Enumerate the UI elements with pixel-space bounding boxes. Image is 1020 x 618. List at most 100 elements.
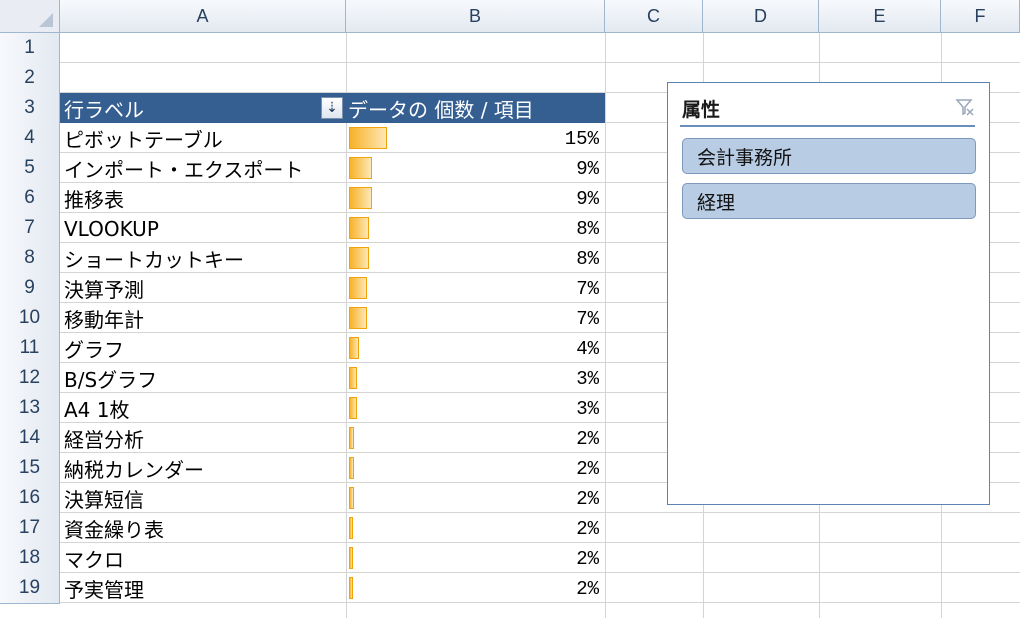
pivot-value: 2% — [576, 427, 599, 450]
row-header-17[interactable]: 17 — [0, 513, 60, 544]
pivot-value-cell[interactable]: 7% — [346, 303, 605, 334]
slicer-title: 属性 — [682, 99, 721, 121]
column-header-b[interactable]: B — [346, 0, 605, 33]
pivot-row-label[interactable]: マクロ — [60, 544, 346, 573]
select-all-corner[interactable] — [0, 0, 60, 33]
data-bar — [349, 247, 369, 269]
pivot-header-row: 行ラベル ⇣ データの 個数 / 項目 — [60, 93, 605, 123]
pivot-value: 2% — [576, 457, 599, 480]
pivot-value-cell[interactable]: 9% — [346, 153, 605, 184]
row-header-16[interactable]: 16 — [0, 483, 60, 514]
pivot-value-cell[interactable]: 8% — [346, 243, 605, 274]
column-header-a[interactable]: A — [60, 0, 346, 33]
row-header-9[interactable]: 9 — [0, 273, 60, 304]
pivot-value-cell[interactable]: 2% — [346, 543, 605, 574]
pivot-row-label[interactable]: 資金繰り表 — [60, 514, 346, 543]
data-bar — [349, 517, 353, 539]
row-header-8[interactable]: 8 — [0, 243, 60, 274]
data-bar — [349, 217, 369, 239]
pivot-row: A4 1枚 3% — [60, 393, 605, 424]
row-header-13[interactable]: 13 — [0, 393, 60, 424]
row-label-header: 行ラベル — [64, 97, 144, 122]
pivot-row: 予実管理 2% — [60, 573, 605, 604]
pivot-row-label[interactable]: 経営分析 — [60, 424, 346, 453]
pivot-value-cell[interactable]: 8% — [346, 213, 605, 244]
row-header-15[interactable]: 15 — [0, 453, 60, 484]
sort-filter-icon[interactable]: ⇣ — [321, 97, 343, 119]
column-header-d[interactable]: D — [703, 0, 819, 33]
pivot-row-label[interactable]: VLOOKUP — [60, 217, 346, 241]
pivot-row-label[interactable]: インポート・エクスポート — [60, 154, 346, 183]
pivot-value-cell[interactable]: 2% — [346, 483, 605, 514]
pivot-value: 8% — [576, 217, 599, 240]
clear-filter-icon[interactable] — [955, 97, 975, 117]
pivot-value-cell[interactable]: 9% — [346, 183, 605, 214]
pivot-row-label[interactable]: ピボットテーブル — [60, 124, 346, 153]
row-label-header-cell[interactable]: 行ラベル ⇣ — [60, 94, 346, 123]
data-bar — [349, 457, 354, 479]
slicer-item[interactable]: 会計事務所 — [682, 138, 976, 174]
pivot-row-label[interactable]: A4 1枚 — [60, 394, 346, 423]
gridline-horizontal — [60, 62, 1020, 63]
pivot-row-label[interactable]: 予実管理 — [60, 574, 346, 603]
column-header-f[interactable]: F — [941, 0, 1020, 33]
pivot-value-cell[interactable]: 7% — [346, 273, 605, 304]
row-header-11[interactable]: 11 — [0, 333, 60, 364]
pivot-value-cell[interactable]: 2% — [346, 423, 605, 454]
attribute-slicer[interactable]: 属性 会計事務所経理 — [667, 82, 990, 505]
pivot-row: ピボットテーブル 15% — [60, 123, 605, 154]
pivot-row-label[interactable]: ショートカットキー — [60, 244, 346, 273]
pivot-row-label[interactable]: B/Sグラフ — [60, 364, 346, 393]
pivot-row: VLOOKUP 8% — [60, 213, 605, 244]
data-bar — [349, 337, 359, 359]
slicer-item[interactable]: 経理 — [682, 183, 976, 219]
data-bar — [349, 307, 367, 329]
pivot-row-label[interactable]: グラフ — [60, 334, 346, 363]
row-header-19[interactable]: 19 — [0, 573, 60, 604]
data-bar — [349, 577, 353, 599]
data-bar — [349, 157, 372, 179]
row-header-4[interactable]: 4 — [0, 123, 60, 154]
data-bar — [349, 367, 357, 389]
value-header-cell[interactable]: データの 個数 / 項目 — [346, 94, 534, 123]
pivot-row-label[interactable]: 移動年計 — [60, 304, 346, 333]
gridline-vertical — [605, 33, 606, 618]
row-header-2[interactable]: 2 — [0, 63, 60, 94]
pivot-value-cell[interactable]: 3% — [346, 363, 605, 394]
data-bar — [349, 487, 354, 509]
pivot-row: グラフ 4% — [60, 333, 605, 364]
row-header-3[interactable]: 3 — [0, 93, 60, 124]
data-bar — [349, 547, 353, 569]
pivot-value-cell[interactable]: 4% — [346, 333, 605, 364]
pivot-value: 9% — [576, 157, 599, 180]
row-header-5[interactable]: 5 — [0, 153, 60, 184]
row-header-10[interactable]: 10 — [0, 303, 60, 334]
row-header-12[interactable]: 12 — [0, 363, 60, 394]
pivot-row: ショートカットキー 8% — [60, 243, 605, 274]
pivot-row-label[interactable]: 納税カレンダー — [60, 454, 346, 483]
pivot-row: 納税カレンダー 2% — [60, 453, 605, 484]
data-bar — [349, 277, 367, 299]
row-header-18[interactable]: 18 — [0, 543, 60, 574]
column-header-c[interactable]: C — [605, 0, 703, 33]
row-header-1[interactable]: 1 — [0, 33, 60, 64]
pivot-value-cell[interactable]: 2% — [346, 573, 605, 604]
data-bar — [349, 127, 387, 149]
row-header-7[interactable]: 7 — [0, 213, 60, 244]
pivot-row-label[interactable]: 決算予測 — [60, 274, 346, 303]
pivot-row: 資金繰り表 2% — [60, 513, 605, 544]
pivot-row: 決算予測 7% — [60, 273, 605, 304]
pivot-value-cell[interactable]: 15% — [346, 123, 605, 154]
pivot-row: B/Sグラフ 3% — [60, 363, 605, 394]
row-header-6[interactable]: 6 — [0, 183, 60, 214]
pivot-row-label[interactable]: 推移表 — [60, 184, 346, 213]
pivot-value: 2% — [576, 547, 599, 570]
pivot-value: 4% — [576, 337, 599, 360]
pivot-row-label[interactable]: 決算短信 — [60, 484, 346, 513]
pivot-value-cell[interactable]: 2% — [346, 513, 605, 544]
column-header-e[interactable]: E — [819, 0, 941, 33]
row-header-14[interactable]: 14 — [0, 423, 60, 454]
pivot-row: 移動年計 7% — [60, 303, 605, 334]
pivot-value-cell[interactable]: 2% — [346, 453, 605, 484]
pivot-value-cell[interactable]: 3% — [346, 393, 605, 424]
